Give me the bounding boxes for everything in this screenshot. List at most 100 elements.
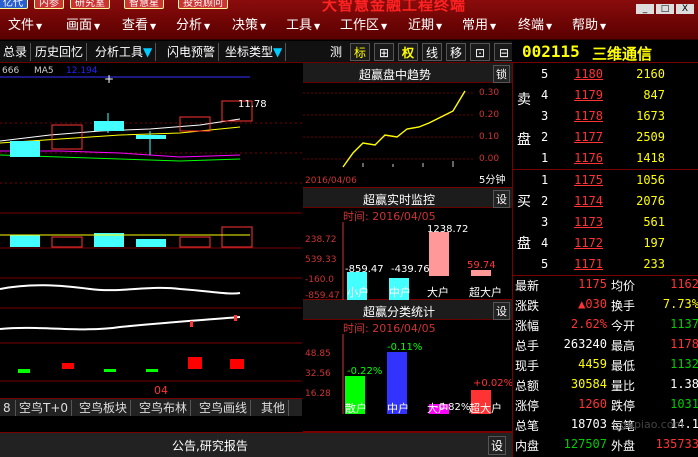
tab-kongniao-drawing[interactable]: 空鸟画线: [196, 400, 252, 416]
mark-icon[interactable]: 标: [350, 43, 370, 61]
svg-text:2016/04/06: 2016/04/06: [305, 176, 357, 186]
macd-bars: [18, 357, 244, 373]
menu-terminal[interactable]: 终端 ▼: [518, 18, 552, 35]
trend-line: [342, 90, 466, 168]
stat-row: 内盘 127507 外盘 135733: [515, 437, 698, 453]
menu-tools[interactable]: 工具 ▼: [286, 18, 320, 35]
panel-trend-title: 超赢盘中趋势: [359, 68, 432, 82]
toolbar-summary[interactable]: 总录: [0, 43, 32, 61]
toolbar-axis-type[interactable]: 坐标类型▼: [222, 43, 287, 61]
tab-kongniao-bollinger[interactable]: 空鸟布林: [136, 400, 192, 416]
svg-text:-0.22%: -0.22%: [347, 366, 382, 377]
candle: [136, 135, 166, 139]
sell-row-3[interactable]: 3 1178 1673: [513, 109, 698, 127]
minimize-icon[interactable]: _: [636, 4, 654, 14]
buy-row-5[interactable]: 5 1171 233: [513, 257, 698, 275]
svg-text:+0.02%: +0.02%: [473, 378, 512, 389]
buy-row-2[interactable]: 2 1174 2076: [513, 194, 698, 212]
sell-row-1[interactable]: 1 1176 1418: [513, 151, 698, 169]
menu-bar: 亿代 内参 研究室 智慧星 投资顾问 大智慧金融工程终端 _ □ X 文件 ▼ 画面 ▼…: [0, 0, 698, 40]
announcement-bar[interactable]: 公告,研究报告 设: [0, 432, 512, 457]
oscillator-line: [0, 284, 241, 295]
svg-text:0.30: 0.30: [479, 88, 499, 98]
svg-text:0.00: 0.00: [479, 154, 499, 164]
buy-row-3[interactable]: 3 1173 561: [513, 215, 698, 233]
svg-text:-859.47: -859.47: [305, 291, 340, 300]
buy-row-1[interactable]: 1 1175 1056: [513, 173, 698, 191]
tag-1[interactable]: 内参: [34, 0, 64, 9]
window-controls: _ □ X: [634, 0, 696, 14]
menu-help[interactable]: 帮助 ▼: [572, 18, 606, 35]
stat-row: 总额 30584 量比 1.38: [515, 377, 698, 393]
panel-category-stats: 超赢分类统计 设 时间: 2016/04/05 48.85 32.56 16.2…: [303, 300, 512, 432]
oscillator-line-2: [0, 316, 241, 331]
stats-chart: 48.85 32.56 16.28 -0.22% -0.11% -0.82% +…: [305, 334, 512, 414]
kline-gridlines: [0, 122, 302, 382]
panel-monitor-header: 超赢实时监控 设: [303, 188, 512, 208]
buy-row-4[interactable]: 4 1172 197: [513, 236, 698, 254]
line-icon[interactable]: 线: [422, 43, 442, 61]
tab-kongniao-t0[interactable]: 空鸟T+0: [16, 400, 73, 416]
toolbar-analysis-tools[interactable]: 分析工具▼: [92, 43, 157, 61]
monitor-settings-button[interactable]: 设: [493, 190, 510, 208]
announcement-settings-button[interactable]: 设: [487, 436, 506, 455]
tag-2[interactable]: 研究室: [70, 0, 110, 9]
svg-text:中户: 中户: [387, 401, 409, 414]
bottom-tab-bar: 8 空鸟T+0 空鸟板块 空鸟布林 空鸟画线 其他: [0, 398, 302, 416]
maximize-icon[interactable]: □: [656, 4, 674, 14]
menu-workspace[interactable]: 工作区 ▼: [340, 18, 387, 35]
sell-row-5[interactable]: 5 1180 2160: [513, 67, 698, 85]
move-icon[interactable]: 移: [446, 43, 466, 61]
high-price-label: 11.78: [238, 99, 267, 110]
lock-button[interactable]: 锁: [493, 65, 510, 83]
rights-icon[interactable]: 权: [398, 43, 418, 61]
menu-file[interactable]: 文件 ▼: [8, 18, 42, 35]
close-icon[interactable]: X: [676, 4, 694, 14]
menu-view[interactable]: 查看 ▼: [122, 18, 156, 35]
tab-other[interactable]: 其他: [258, 400, 290, 416]
tab-kongniao-sector[interactable]: 空鸟板块: [76, 400, 132, 416]
toolbar-flash-alert[interactable]: 闪电预警: [164, 43, 220, 61]
measure-icon[interactable]: 测: [326, 43, 346, 61]
stats-settings-button[interactable]: 设: [493, 302, 510, 320]
toolbar-history[interactable]: 历史回忆: [32, 43, 88, 61]
orderbook-divider: [513, 169, 698, 170]
svg-text:超大户: 超大户: [469, 401, 502, 414]
svg-text:中户: 中户: [389, 285, 411, 299]
menu-analysis[interactable]: 分析 ▼: [176, 18, 210, 35]
monitor-chart: 238.72 539.33 -160.0 -859.47 -859.47 -43…: [305, 222, 502, 300]
sell-row-4[interactable]: 4 1179 847: [513, 88, 698, 106]
ma-title: 666: [2, 66, 19, 76]
kline-chart[interactable]: 666 MA5 12.194 + 11.78 04: [0, 63, 302, 398]
tag-0[interactable]: 亿代: [0, 0, 28, 9]
menu-screen[interactable]: 画面 ▼: [66, 18, 100, 35]
svg-text:16.28: 16.28: [305, 389, 331, 399]
svg-text:0.10: 0.10: [479, 132, 499, 142]
candle: [94, 121, 124, 131]
watermark: gupiao.com: [620, 418, 685, 431]
svg-text:散户: 散户: [345, 401, 367, 414]
tag-3[interactable]: 智慧星: [124, 0, 164, 9]
zoom-in-icon[interactable]: ⊡: [470, 43, 490, 61]
menu-decision[interactable]: 决策 ▼: [232, 18, 266, 35]
menu-recent[interactable]: 近期 ▼: [408, 18, 442, 35]
svg-text:大户: 大户: [427, 285, 449, 299]
sell-row-2[interactable]: 2 1177 2509: [513, 130, 698, 148]
announcement-title: 公告,研究报告: [172, 439, 248, 453]
tab-prev[interactable]: 8: [0, 400, 16, 416]
svg-text:59.74: 59.74: [467, 260, 496, 271]
candle: [10, 141, 40, 157]
app-title: 大智慧金融工程终端: [322, 0, 467, 14]
quote-panel: 卖 盘 5 1180 2160 4 1179 847 3 1178 1673 2 1177 25…: [512, 63, 698, 457]
ma-name: MA5: [34, 66, 54, 76]
ma-value: 12.194: [66, 66, 98, 76]
stat-row: 涨跌 ▲030 换手 7.73%: [515, 297, 698, 313]
stock-name: 三维通信: [592, 45, 653, 63]
grid-icon[interactable]: ⊞: [374, 43, 394, 61]
svg-text:48.85: 48.85: [305, 349, 331, 359]
menu-common[interactable]: 常用 ▼: [462, 18, 496, 35]
chart-toolbar: 总录 历史回忆 分析工具▼ 闪电预警 坐标类型▼ 测 标 ⊞ 权 线 移 ⊡ ⊟: [0, 41, 514, 63]
zoom-out-icon[interactable]: ⊟: [494, 43, 514, 61]
tag-4[interactable]: 投资顾问: [178, 0, 228, 9]
svg-text:5分钟: 5分钟: [479, 173, 505, 186]
